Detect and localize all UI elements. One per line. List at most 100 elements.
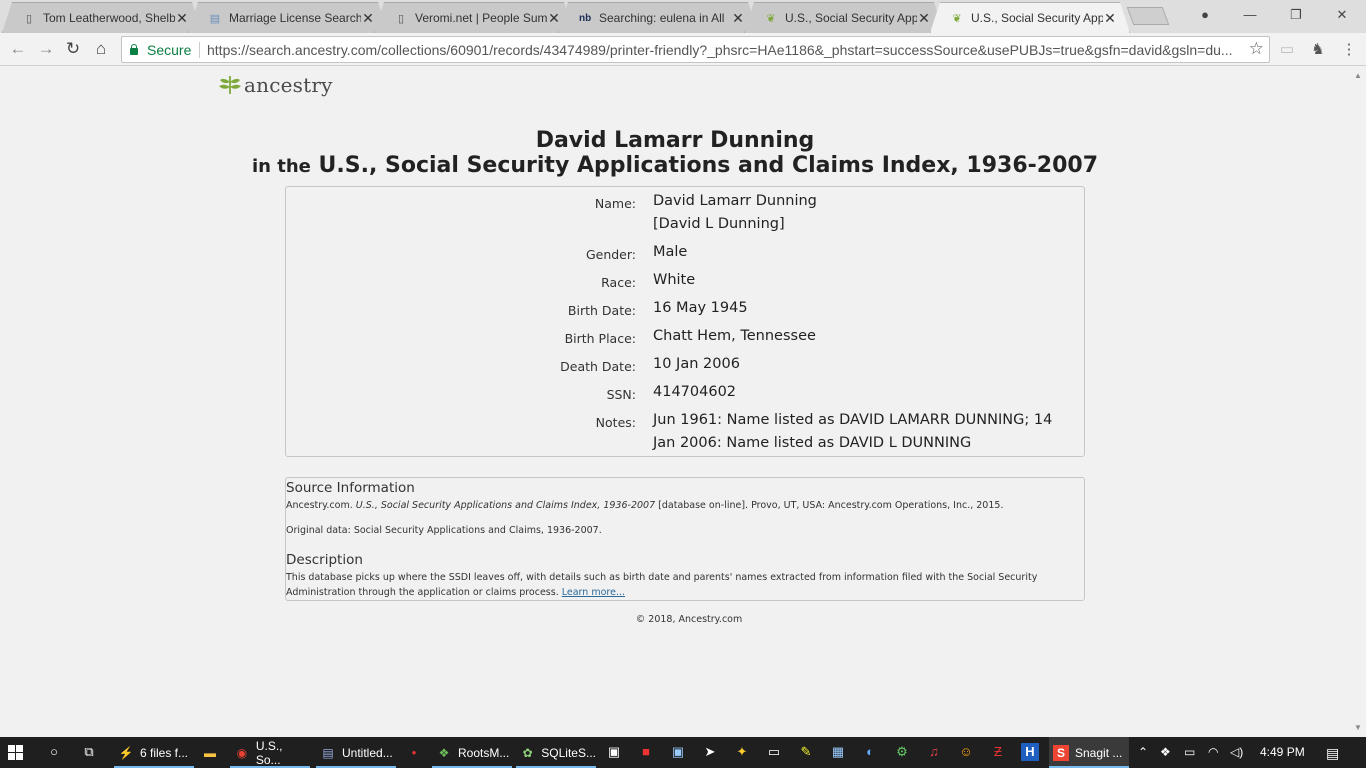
pinned-app-icon[interactable]: ■ bbox=[637, 743, 655, 761]
taskbar-app-explorer[interactable]: ▬ bbox=[198, 737, 224, 768]
lock-icon bbox=[130, 44, 138, 55]
notifications-icon[interactable]: ▤ bbox=[1326, 745, 1339, 762]
field-label-birth-place: Birth Place: bbox=[564, 331, 636, 346]
forward-icon[interactable]: → bbox=[35, 38, 57, 60]
tab-4[interactable]: nb Searching: eulena in All ✕ bbox=[558, 2, 758, 33]
profile-icon[interactable]: ● bbox=[1193, 4, 1217, 26]
tab-2[interactable]: ▤ Marriage License Search ✕ bbox=[188, 2, 388, 33]
ancestry-leaf-icon bbox=[219, 76, 241, 94]
scroll-up-icon[interactable]: ▲ bbox=[1354, 71, 1362, 80]
minimize-icon[interactable]: — bbox=[1238, 4, 1262, 26]
tab-3[interactable]: ▯ Veromi.net | People Sum ✕ bbox=[374, 2, 574, 33]
tab-title: U.S., Social Security App bbox=[971, 11, 1103, 25]
close-icon[interactable]: ✕ bbox=[175, 10, 189, 26]
pinned-app-icon[interactable]: H bbox=[1021, 743, 1039, 761]
field-value-ssn: 414704602 bbox=[653, 384, 737, 400]
cortana-icon[interactable]: ○ bbox=[45, 743, 63, 761]
pinned-app-icon[interactable]: ✎ bbox=[797, 743, 815, 761]
pinned-app-icon[interactable]: ✦ bbox=[733, 743, 751, 761]
tray-expand-icon[interactable]: ⌃ bbox=[1138, 745, 1148, 759]
windows-start-icon[interactable] bbox=[8, 745, 24, 761]
original-data: Original data: Social Security Applicati… bbox=[286, 525, 602, 536]
volume-icon[interactable]: ◁) bbox=[1230, 745, 1243, 759]
bookmark-star-icon[interactable]: ☆ bbox=[1249, 39, 1264, 59]
pinned-app-icon[interactable]: ▣ bbox=[605, 743, 623, 761]
menu-icon[interactable]: ⋮ bbox=[1339, 40, 1359, 58]
scroll-down-icon[interactable]: ▼ bbox=[1354, 723, 1362, 732]
nb-icon: nb bbox=[579, 13, 592, 24]
folder-icon: ▬ bbox=[204, 745, 216, 760]
learn-more-link[interactable]: Learn more... bbox=[562, 587, 625, 598]
close-icon[interactable]: ✕ bbox=[731, 10, 745, 26]
vertical-scrollbar[interactable]: ▲ ▼ bbox=[1350, 67, 1366, 737]
source-citation: Ancestry.com. U.S., Social Security Appl… bbox=[286, 498, 1076, 513]
task-view-icon[interactable]: ⧉ bbox=[80, 743, 98, 761]
chrome-icon: ◉ bbox=[236, 745, 248, 760]
restore-icon[interactable]: ❐ bbox=[1284, 4, 1308, 26]
page-icon: ▤ bbox=[209, 13, 221, 25]
new-tab-button[interactable] bbox=[1126, 7, 1170, 25]
tab-5[interactable]: ❦ U.S., Social Security App ✕ bbox=[744, 2, 944, 33]
clock-time[interactable]: 4:49 PM bbox=[1260, 745, 1305, 759]
taskbar-app-notepad[interactable]: ▤ Untitled... bbox=[316, 737, 396, 768]
field-label-race: Race: bbox=[601, 275, 636, 290]
home-icon[interactable]: ⌂ bbox=[90, 38, 112, 60]
taskbar-app-snagit[interactable]: S Snagit ... bbox=[1049, 737, 1129, 768]
description-body: This database picks up where the SSDI le… bbox=[286, 572, 1038, 598]
tab-1[interactable]: ▯ Tom Leatherwood, Shelby ✕ bbox=[2, 2, 202, 33]
url-text[interactable]: https://search.ancestry.com/collections/… bbox=[207, 42, 1237, 58]
taskbar-app-label: Snagit ... bbox=[1075, 745, 1123, 760]
taskbar-app-rootsmagic[interactable]: ❖ RootsM... bbox=[432, 737, 512, 768]
close-icon[interactable]: ✕ bbox=[917, 10, 931, 26]
ancestry-logo[interactable]: ancestry bbox=[218, 73, 333, 97]
record-details: Name: David Lamarr Dunning [David L Dunn… bbox=[285, 186, 1085, 457]
pinned-app-icon[interactable]: ▣ bbox=[669, 743, 687, 761]
battery-icon[interactable]: ▭ bbox=[1184, 745, 1195, 759]
taskbar-app-label: U.S., So... bbox=[255, 738, 283, 767]
terminal-icon[interactable]: ▭ bbox=[765, 743, 783, 761]
wifi-icon[interactable]: ◠ bbox=[1208, 745, 1218, 759]
red-dot-icon: ● bbox=[411, 747, 417, 757]
reload-icon[interactable]: ↻ bbox=[62, 38, 84, 60]
ancestry-leaf-icon: ❦ bbox=[766, 13, 776, 25]
ancestry-leaf-icon: ❦ bbox=[952, 13, 962, 25]
citation-post: [database on-line]. Provo, UT, USA: Ance… bbox=[658, 500, 1004, 511]
description-text: This database picks up where the SSDI le… bbox=[286, 570, 1076, 600]
field-label-birth-date: Birth Date: bbox=[567, 303, 636, 318]
taskbar-app-sqlite[interactable]: ✿ SQLiteS... bbox=[516, 737, 596, 768]
pinned-app-icon[interactable]: ➤ bbox=[701, 743, 719, 761]
taskbar-app-label: 6 files f... bbox=[140, 745, 189, 760]
tab-6-active[interactable]: ❦ U.S., Social Security App ✕ bbox=[930, 2, 1130, 33]
taskbar-app-red[interactable]: ● bbox=[402, 737, 428, 768]
field-value-name: David Lamarr Dunning bbox=[653, 193, 817, 209]
source-heading: Source Information bbox=[286, 480, 415, 496]
filezilla-icon[interactable]: Ƶ bbox=[989, 743, 1007, 761]
field-label-gender: Gender: bbox=[585, 247, 636, 262]
back-icon[interactable]: ← bbox=[7, 38, 29, 60]
document-icon: ▯ bbox=[397, 13, 405, 25]
taskbar-app-chrome[interactable]: ◉ U.S., So... bbox=[230, 737, 310, 768]
pinned-app-icon[interactable]: ◐ bbox=[861, 743, 879, 761]
itunes-icon[interactable]: ♫ bbox=[925, 743, 943, 761]
field-label-death-date: Death Date: bbox=[560, 359, 636, 374]
pinned-app-icon[interactable]: ▦ bbox=[829, 743, 847, 761]
extension-icon[interactable]: ▭ bbox=[1277, 40, 1297, 58]
taskbar-app-label: RootsM... bbox=[458, 745, 510, 760]
close-icon[interactable]: ✕ bbox=[361, 10, 375, 26]
windows-taskbar: ○ ⧉ ⚡ 6 files f... ▬ ◉ U.S., So... ▤ Unt… bbox=[0, 737, 1366, 768]
extension-icon[interactable]: ♞ bbox=[1308, 40, 1328, 58]
collection-title: U.S., Social Security Applications and C… bbox=[318, 153, 1099, 178]
browser-toolbar: ← → ↻ ⌂ Secure https://search.ancestry.c… bbox=[0, 33, 1366, 66]
description-heading: Description bbox=[286, 552, 363, 568]
close-icon[interactable]: ✕ bbox=[1103, 10, 1117, 26]
person-name-heading: David Lamarr Dunning bbox=[535, 128, 815, 153]
pinned-app-icon[interactable]: ☺ bbox=[957, 743, 975, 761]
dropbox-icon[interactable]: ❖ bbox=[1160, 745, 1171, 759]
taskbar-app-git[interactable]: ⚡ 6 files f... bbox=[114, 737, 194, 768]
field-value-gender: Male bbox=[653, 244, 688, 260]
field-value-notes: Jun 1961: Name listed as DAVID LAMARR DU… bbox=[653, 412, 1053, 451]
address-bar[interactable]: Secure https://search.ancestry.com/colle… bbox=[121, 36, 1270, 63]
close-icon[interactable]: ✕ bbox=[547, 10, 561, 26]
window-close-icon[interactable]: ✕ bbox=[1330, 4, 1354, 26]
pinned-app-icon[interactable]: ⚙ bbox=[893, 743, 911, 761]
